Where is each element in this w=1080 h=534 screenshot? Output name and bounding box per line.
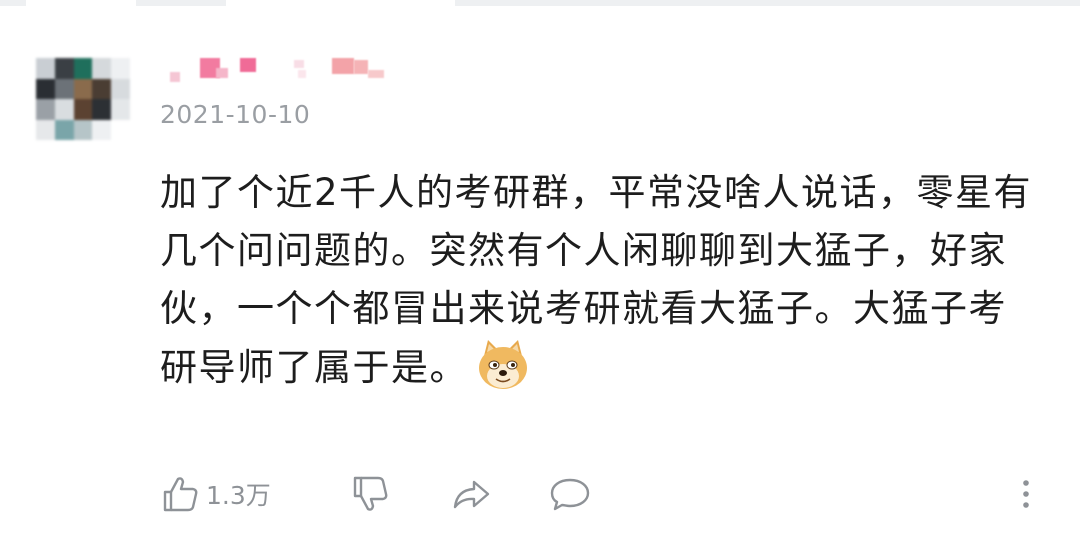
dislike-button[interactable]: [350, 470, 390, 518]
thumbs-up-icon: [163, 477, 198, 512]
more-vertical-icon: [1023, 480, 1029, 508]
comment-action-bar: 1.3万: [160, 470, 1040, 518]
doge-emoji: [479, 340, 527, 389]
reply-button[interactable]: [548, 470, 592, 518]
comment-text: 加了个近2千人的考研群，平常没啥人说话，零星有几个问问题的。突然有个人闲聊聊到大…: [160, 164, 1040, 397]
like-count: 1.3万: [206, 481, 271, 510]
top-divider: [0, 0, 1080, 14]
comment-bubble-icon: [550, 478, 590, 511]
thumbs-down-icon: [353, 476, 388, 511]
more-options-button[interactable]: [1020, 470, 1032, 518]
comment-date: 2021-10-10: [160, 100, 311, 129]
share-button[interactable]: [450, 470, 492, 518]
username-blurred[interactable]: [160, 56, 400, 86]
avatar[interactable]: [36, 58, 130, 140]
share-arrow-icon: [453, 480, 490, 509]
comment-body: 加了个近2千人的考研群，平常没啥人说话，零星有几个问问题的。突然有个人闲聊聊到大…: [160, 171, 1033, 389]
like-button[interactable]: 1.3万: [160, 470, 271, 518]
